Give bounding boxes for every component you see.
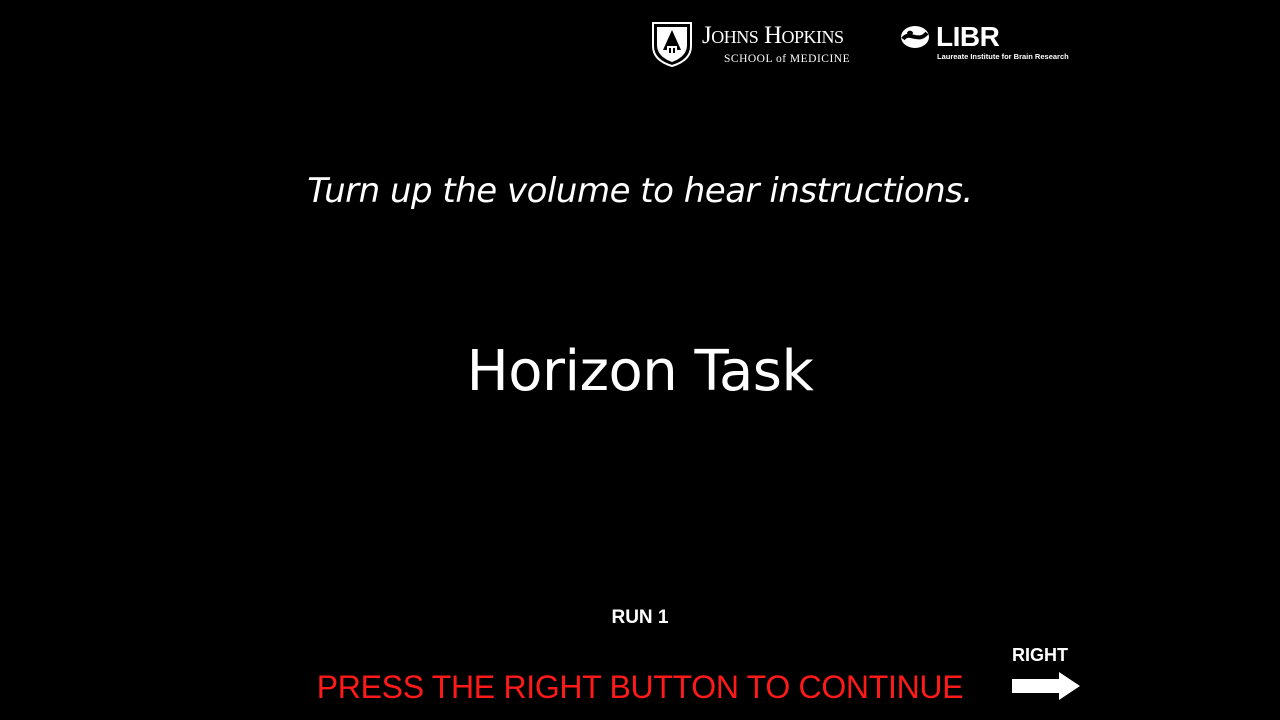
continue-prompt: PRESS THE RIGHT BUTTON TO CONTINUE bbox=[316, 669, 964, 705]
horizon-task-start-screen: Johns Hopkins SCHOOL of MEDICINE LIBR La… bbox=[0, 0, 1280, 720]
task-title: Horizon Task bbox=[466, 339, 814, 404]
right-button-label: RIGHT bbox=[1012, 645, 1068, 665]
jhu-shield-icon bbox=[652, 22, 692, 68]
libr-logo-name: LIBR bbox=[936, 21, 1000, 52]
jhu-logo-name: Johns Hopkins bbox=[702, 22, 844, 49]
libr-logo-subtitle: Laureate Institute for Brain Research bbox=[937, 52, 1069, 61]
jhu-logo: Johns Hopkins SCHOOL of MEDICINE bbox=[650, 20, 886, 68]
libr-mark-icon bbox=[901, 26, 929, 48]
libr-logo: LIBR Laureate Institute for Brain Resear… bbox=[900, 22, 1090, 64]
jhu-logo-subtitle: SCHOOL of MEDICINE bbox=[724, 53, 851, 65]
run-label: RUN 1 bbox=[611, 607, 669, 628]
volume-instruction: Turn up the volume to hear instructions. bbox=[307, 171, 973, 211]
right-arrow-icon bbox=[1012, 672, 1080, 700]
